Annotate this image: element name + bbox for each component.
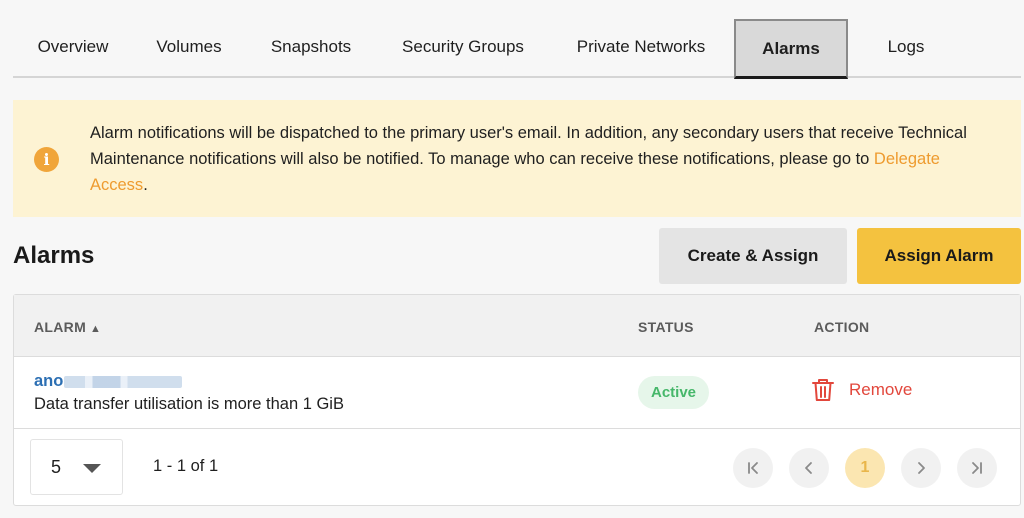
- page-button-current[interactable]: 1: [845, 448, 885, 488]
- notice-body: Alarm notifications will be dispatched t…: [90, 124, 967, 168]
- pagination-range: 1 - 1 of 1: [153, 457, 219, 475]
- tab-bar: Overview Volumes Snapshots Security Grou…: [13, 18, 1021, 79]
- page-size-select[interactable]: 5: [30, 439, 123, 495]
- section-title: Alarms: [13, 242, 95, 269]
- remove-label: Remove: [849, 380, 913, 399]
- tab-snapshots[interactable]: Snapshots: [245, 18, 377, 76]
- chevron-down-icon: [83, 464, 101, 473]
- trash-icon: [812, 379, 834, 401]
- alarm-name-link[interactable]: ano: [34, 372, 183, 391]
- tab-volumes[interactable]: Volumes: [133, 18, 245, 76]
- sort-icon[interactable]: ▲︎: [90, 323, 101, 335]
- column-alarm[interactable]: ALARM ▲︎: [34, 319, 101, 335]
- tab-overview[interactable]: Overview: [13, 18, 133, 76]
- notice-end: .: [143, 176, 148, 194]
- next-page-button[interactable]: [901, 448, 941, 488]
- column-status: STATUS: [638, 319, 694, 335]
- redacted-name: [64, 375, 183, 388]
- alarm-name: ano: [34, 372, 64, 390]
- chevron-right-icon: [918, 462, 925, 474]
- alarm-description: Data transfer utilisation is more than 1…: [34, 395, 344, 413]
- alarms-table: ALARM ▲︎ STATUS ACTION ano Data transfer …: [13, 294, 1021, 506]
- tab-logs[interactable]: Logs: [848, 18, 964, 76]
- info-icon: i: [34, 147, 59, 172]
- column-alarm-label: ALARM: [34, 319, 87, 335]
- tab-security-groups[interactable]: Security Groups: [377, 18, 549, 76]
- first-page-icon: [748, 462, 758, 474]
- tab-private-networks[interactable]: Private Networks: [549, 18, 733, 76]
- last-page-button[interactable]: [957, 448, 997, 488]
- create-assign-button[interactable]: Create & Assign: [659, 228, 847, 284]
- table-row: ano Data transfer utilisation is more th…: [14, 357, 1020, 429]
- notification-notice: i Alarm notifications will be dispatched…: [13, 100, 1021, 217]
- page-size-value: 5: [51, 456, 62, 477]
- status-badge: Active: [638, 376, 709, 409]
- tab-alarms[interactable]: Alarms: [734, 19, 848, 79]
- previous-page-button[interactable]: [789, 448, 829, 488]
- table-header: ALARM ▲︎ STATUS ACTION: [14, 295, 1020, 357]
- assign-alarm-button[interactable]: Assign Alarm: [857, 228, 1021, 284]
- chevron-left-icon: [805, 462, 812, 474]
- column-action: ACTION: [814, 319, 870, 335]
- notice-text: Alarm notifications will be dispatched t…: [90, 120, 990, 198]
- last-page-icon: [972, 462, 982, 474]
- remove-button[interactable]: Remove: [811, 375, 912, 405]
- first-page-button[interactable]: [733, 448, 773, 488]
